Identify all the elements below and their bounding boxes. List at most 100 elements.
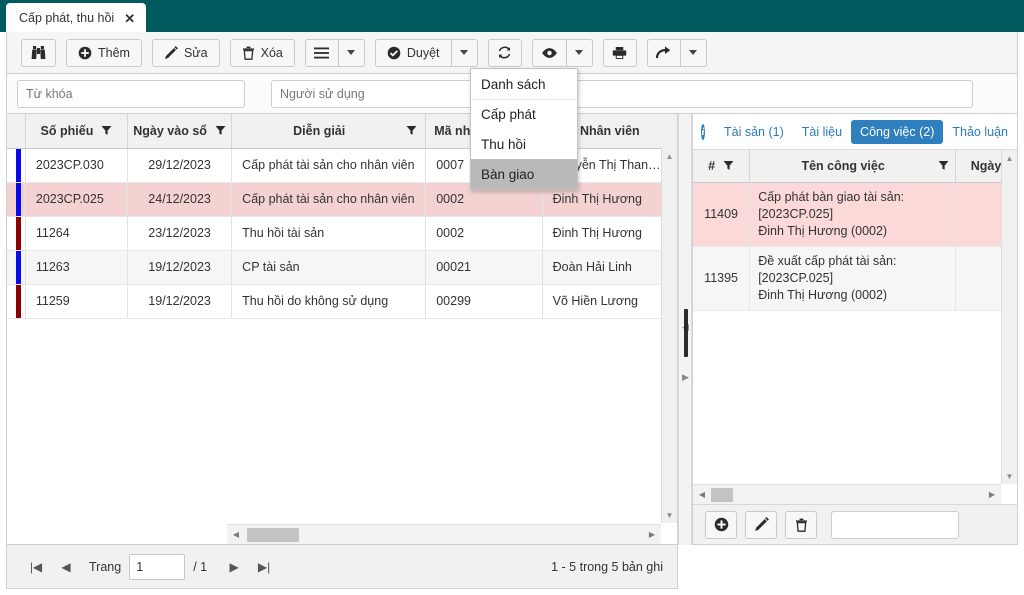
scroll-down-icon[interactable]: ▼	[1002, 468, 1017, 484]
records-grid-vertical-scrollbar[interactable]: ▲ ▼	[661, 148, 677, 523]
application-window: Cấp phát, thu hồi ✕ Thêm Sửa Xóa Duyệt T…	[0, 0, 1024, 595]
scroll-left-icon[interactable]: ◀	[227, 530, 245, 539]
add-button-label: Thêm	[98, 45, 130, 60]
search-button[interactable]	[21, 38, 56, 67]
hscroll-thumb[interactable]	[247, 527, 299, 542]
scroll-down-icon[interactable]: ▼	[662, 507, 677, 523]
tab-tai-san[interactable]: Tài sản (1)	[715, 120, 793, 144]
tab-tai-lieu[interactable]: Tài liệu	[793, 120, 851, 144]
hscroll-thumb[interactable]	[711, 487, 733, 502]
detail-tab-bar: i Tài sản (1) Tài liệu Công việc (2) Thả…	[693, 114, 1017, 150]
approve-split-button: Duyệt	[374, 38, 478, 67]
hamburger-icon	[314, 47, 330, 58]
cell-ngay-vao-so: 19/12/2023	[127, 250, 233, 285]
col-header-index[interactable]: #	[693, 150, 751, 183]
task-add-button[interactable]	[705, 510, 737, 539]
next-page-icon[interactable]: ▶	[219, 560, 249, 574]
status-filter-input[interactable]	[525, 79, 973, 108]
user-filter-input[interactable]	[271, 79, 499, 108]
row-marker	[7, 284, 26, 319]
filter-funnel-icon[interactable]	[938, 160, 949, 171]
approve-button-label: Duyệt	[406, 45, 440, 60]
cell-so-phieu: 2023CP.025	[25, 182, 129, 217]
task-name: Đề xuất cấp phát tài sản: [2023CP.025] Đ…	[749, 246, 957, 311]
pane-splitter[interactable]: ◀ ▶	[678, 114, 692, 545]
col-header-index-label: #	[708, 158, 716, 173]
refresh-icon	[498, 46, 511, 59]
print-button[interactable]	[602, 38, 637, 67]
scroll-up-icon[interactable]: ▲	[1002, 150, 1017, 166]
table-row[interactable]: 11263 19/12/2023 CP tài sản 00021 Đoàn H…	[7, 250, 677, 285]
scroll-left-icon[interactable]: ◀	[693, 490, 711, 499]
filter-funnel-icon[interactable]	[723, 160, 734, 171]
prev-page-icon[interactable]: ◀	[51, 560, 81, 574]
tab-thao-luan[interactable]: Thảo luận	[943, 120, 1017, 144]
splitter-handle[interactable]	[684, 309, 688, 357]
menu-item-danh-sach[interactable]: Danh sách	[471, 69, 577, 99]
share-dropdown-toggle[interactable]	[680, 38, 707, 67]
filter-funnel-icon[interactable]	[101, 125, 112, 136]
menu-item-ban-giao[interactable]: Bàn giao	[471, 159, 577, 189]
window-tab-strip: Cấp phát, thu hồi ✕	[0, 0, 1024, 32]
cell-so-phieu: 11263	[25, 250, 129, 285]
task-search-input[interactable]	[831, 510, 959, 539]
tab-cong-viec[interactable]: Công việc (2)	[851, 119, 944, 144]
list-item[interactable]: 11395 Đề xuất cấp phát tài sản: [2023CP.…	[693, 246, 1017, 311]
last-page-icon[interactable]: ▶|	[249, 560, 279, 574]
table-row[interactable]: 11264 23/12/2023 Thu hồi tài sản 0002 Đi…	[7, 216, 677, 251]
delete-button-label: Xóa	[260, 45, 283, 60]
share-button[interactable]	[646, 38, 681, 67]
approve-dropdown-toggle[interactable]	[451, 38, 478, 67]
view-button[interactable]	[531, 38, 567, 67]
col-header-ten-cong-viec[interactable]: Tên công việc	[749, 150, 957, 183]
list-item[interactable]: 11409 Cấp phát bàn giao tài sản: [2023CP…	[693, 182, 1017, 247]
tasks-grid: # Tên công việc Ngày 11409 Cấp phát bàn …	[693, 150, 1017, 311]
table-row[interactable]: 11259 19/12/2023 Thu hồi do không sử dụn…	[7, 284, 677, 319]
cell-ngay-vao-so: 23/12/2023	[127, 216, 233, 251]
collapse-right-icon[interactable]: ▶	[682, 372, 689, 383]
row-marker	[7, 216, 26, 251]
chevron-down-icon	[347, 50, 356, 55]
col-header-ngay-vao-so[interactable]: Ngày vào sổ	[127, 114, 233, 149]
grid-pager: |◀ ◀ Trang / 1 ▶ ▶| 1 - 5 trong 5 bản gh…	[6, 545, 678, 589]
task-edit-button[interactable]	[745, 510, 777, 539]
task-name: Cấp phát bàn giao tài sản: [2023CP.025] …	[749, 182, 957, 247]
view-dropdown-toggle[interactable]	[566, 38, 593, 67]
col-header-dien-giai[interactable]: Diễn giải	[231, 114, 427, 149]
menu-item-thu-hoi[interactable]: Thu hồi	[471, 129, 577, 159]
refresh-button[interactable]	[487, 38, 522, 67]
close-x-icon[interactable]: ✕	[124, 12, 135, 25]
tasks-vertical-scrollbar[interactable]: ▲ ▼	[1001, 150, 1017, 484]
detail-pane: i Tài sản (1) Tài liệu Công việc (2) Thả…	[692, 114, 1018, 545]
scroll-right-icon[interactable]: ▶	[983, 490, 1001, 499]
task-delete-button[interactable]	[785, 510, 817, 539]
tasks-horizontal-scrollbar[interactable]: ◀ ▶	[693, 484, 1001, 504]
task-name-line1: Cấp phát bàn giao tài sản: [2023CP.025]	[758, 189, 905, 221]
menu-button[interactable]	[304, 38, 339, 67]
approve-button[interactable]: Duyệt	[374, 38, 452, 67]
first-page-icon[interactable]: |◀	[21, 560, 51, 574]
task-name-line1: Đề xuất cấp phát tài sản: [2023CP.025]	[758, 253, 897, 285]
delete-button[interactable]: Xóa	[229, 38, 295, 67]
page-number-input[interactable]	[129, 553, 186, 580]
scroll-right-icon[interactable]: ▶	[643, 530, 661, 539]
document-tab-cap-phat-thu-hoi[interactable]: Cấp phát, thu hồi ✕	[6, 3, 147, 32]
marker-column-header	[7, 114, 26, 149]
menu-dropdown-toggle[interactable]	[338, 38, 365, 67]
menu-item-cap-phat[interactable]: Cấp phát	[471, 99, 577, 129]
records-grid-horizontal-scrollbar[interactable]: ◀ ▶	[227, 524, 661, 544]
filter-funnel-icon[interactable]	[215, 125, 226, 136]
row-marker	[7, 250, 26, 285]
edit-button[interactable]: Sửa	[151, 38, 220, 67]
info-circle-icon[interactable]: i	[701, 123, 705, 140]
cell-ma-nhan-vien: 00299	[425, 284, 543, 319]
add-button[interactable]: Thêm	[66, 38, 142, 67]
cell-ngay-vao-so: 24/12/2023	[127, 182, 233, 217]
col-header-so-phieu[interactable]: Số phiếu	[25, 114, 129, 149]
scroll-up-icon[interactable]: ▲	[662, 148, 677, 164]
keyword-search-input[interactable]	[17, 79, 245, 108]
cell-dien-giai: Cấp phát tài sản cho nhân viên	[231, 182, 427, 217]
cell-dien-giai: Thu hồi tài sản	[231, 216, 427, 251]
eye-icon	[541, 47, 557, 58]
filter-funnel-icon[interactable]	[406, 125, 417, 136]
